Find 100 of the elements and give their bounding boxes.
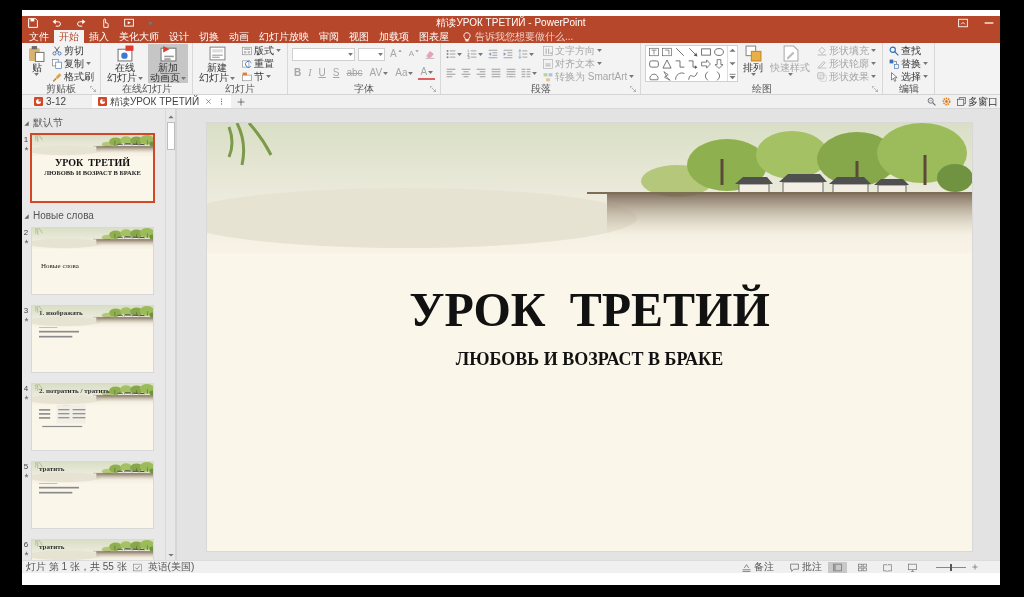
undo-icon[interactable] xyxy=(52,18,62,28)
arrange-button[interactable]: 排列 xyxy=(741,44,766,83)
columns-icon xyxy=(521,68,531,78)
ribbon-tab[interactable]: 幻灯片放映 xyxy=(254,30,314,43)
scroll-thumb[interactable] xyxy=(166,122,175,150)
align-center-button[interactable] xyxy=(460,66,472,80)
animation-page-button[interactable]: 新加 动画页 xyxy=(148,44,188,83)
dialog-launcher-icon[interactable] xyxy=(90,85,96,92)
slide-command-button[interactable]: 版式 xyxy=(240,44,283,57)
ribbon-tab[interactable]: 开始 xyxy=(54,30,84,43)
scroll-down-icon[interactable] xyxy=(167,552,174,558)
caret-icon xyxy=(629,75,635,78)
ribbon-tab[interactable]: 视图 xyxy=(344,30,374,43)
window-icon xyxy=(957,97,966,106)
columns-button[interactable] xyxy=(520,66,538,80)
slideshow-icon[interactable] xyxy=(124,18,134,28)
ribbon-tab[interactable]: 文件 xyxy=(24,30,54,43)
section-header[interactable]: 默认节 xyxy=(22,118,63,128)
ribbon-tab[interactable]: 设计 xyxy=(164,30,194,43)
new-slide-button[interactable]: 新建 幻灯片 xyxy=(197,44,237,83)
document-tab[interactable]: 3-12 xyxy=(28,95,72,108)
expand-gallery-icon[interactable] xyxy=(729,73,737,80)
arrow-line-icon[interactable] xyxy=(688,46,699,57)
scroll-up-icon[interactable] xyxy=(729,47,737,54)
redo-icon[interactable] xyxy=(76,18,86,28)
normal-view-icon xyxy=(833,562,842,572)
ribbon-tab[interactable]: 美化大师 xyxy=(114,30,164,43)
distributed-button[interactable] xyxy=(505,66,517,80)
triangle-icon[interactable] xyxy=(662,58,673,69)
rounded-rectangle-icon[interactable] xyxy=(649,58,660,69)
text-box-icon[interactable] xyxy=(649,46,660,57)
plus-icon[interactable] xyxy=(237,97,246,106)
oval-icon[interactable] xyxy=(714,46,725,57)
rectangle-icon[interactable] xyxy=(701,46,712,57)
settings-icon[interactable] xyxy=(942,97,951,106)
curve-icon[interactable] xyxy=(688,70,699,81)
dialog-launcher-icon[interactable] xyxy=(430,85,436,92)
paste-button[interactable]: 贴 xyxy=(26,44,47,83)
caret-icon xyxy=(871,75,877,78)
editing-command-button[interactable]: 查找 xyxy=(887,44,931,57)
star-icon xyxy=(23,551,29,556)
tell-me-field[interactable]: 告诉我您想要做什么... xyxy=(462,30,595,43)
ribbon-tab[interactable]: 插入 xyxy=(84,30,114,43)
dialog-launcher-icon[interactable] xyxy=(872,85,879,92)
ribbon-tab[interactable]: 切换 xyxy=(194,30,224,43)
replace-icon xyxy=(889,58,900,69)
increase-indent-button[interactable] xyxy=(502,47,514,61)
view-button[interactable] xyxy=(828,561,847,573)
section-header[interactable]: Новые слова xyxy=(22,211,94,221)
ribbon-tab[interactable]: 审阅 xyxy=(314,30,344,43)
comments-button[interactable]: 批注 xyxy=(790,560,822,574)
zoom-in-icon[interactable] xyxy=(972,564,978,570)
bulleted-list-button[interactable] xyxy=(445,47,463,61)
align-right-button[interactable] xyxy=(475,66,487,80)
multi-window-button[interactable]: 多窗口 xyxy=(957,94,998,109)
ribbon-tab[interactable]: 加载项 xyxy=(374,30,414,43)
align-left-button[interactable] xyxy=(445,66,457,80)
page-check-icon[interactable] xyxy=(132,562,142,572)
zoom-out-icon[interactable] xyxy=(927,97,936,106)
down-arrow-icon[interactable] xyxy=(714,58,725,69)
caret-icon xyxy=(378,52,383,56)
elbow-arrow-icon[interactable] xyxy=(688,58,699,69)
line-spacing-button[interactable] xyxy=(517,47,535,61)
hand-pointer-icon[interactable] xyxy=(100,18,110,28)
scroll-down-icon[interactable] xyxy=(729,60,737,67)
search-icon xyxy=(889,45,900,56)
cut-button[interactable]: 剪切 xyxy=(50,44,96,57)
reset-icon xyxy=(242,58,252,69)
star-icon xyxy=(23,146,29,151)
slide-command-button[interactable]: 重置 xyxy=(240,57,283,70)
right-arrow-icon[interactable] xyxy=(701,58,712,69)
ribbon-tab[interactable]: 图表屋 xyxy=(414,30,454,43)
close-icon[interactable] xyxy=(205,98,213,105)
notes-button[interactable]: 备注 xyxy=(742,560,774,574)
editing-command-button[interactable]: 替换 xyxy=(887,57,931,70)
document-tab[interactable]: 精读УРОК ТРЕТИЙ xyxy=(92,95,232,108)
line-icon[interactable] xyxy=(675,46,686,57)
slide-command-button[interactable]: 节 xyxy=(240,70,283,83)
justify-button[interactable] xyxy=(490,66,502,80)
font-size-field[interactable] xyxy=(358,47,385,61)
ribbon-tab[interactable]: 动画 xyxy=(224,30,254,43)
online-slides-button[interactable]: 在线 幻灯片 xyxy=(105,44,145,83)
save-icon[interactable] xyxy=(28,18,38,28)
format-painter-button[interactable]: 格式刷 xyxy=(50,70,96,83)
lightning-icon[interactable] xyxy=(662,70,673,81)
scroll-up-icon[interactable] xyxy=(167,114,174,120)
collapse-triangle-icon[interactable] xyxy=(24,213,29,219)
caret-icon xyxy=(138,76,143,80)
collapse-triangle-icon[interactable] xyxy=(24,120,29,126)
presentation-file-icon xyxy=(34,97,43,106)
decrease-indent-button[interactable] xyxy=(487,47,499,61)
copy-button[interactable]: 复制 xyxy=(50,57,96,70)
arc-icon[interactable] xyxy=(675,70,686,81)
vertical-text-box-icon[interactable] xyxy=(662,46,673,57)
dialog-launcher-icon[interactable] xyxy=(630,85,637,92)
numbered-list-button[interactable] xyxy=(466,47,484,61)
editing-command-button[interactable]: 选择 xyxy=(887,70,931,83)
ribbon-display-icon[interactable] xyxy=(958,18,968,28)
caret-icon xyxy=(597,49,602,52)
font-name-field[interactable] xyxy=(292,47,355,61)
